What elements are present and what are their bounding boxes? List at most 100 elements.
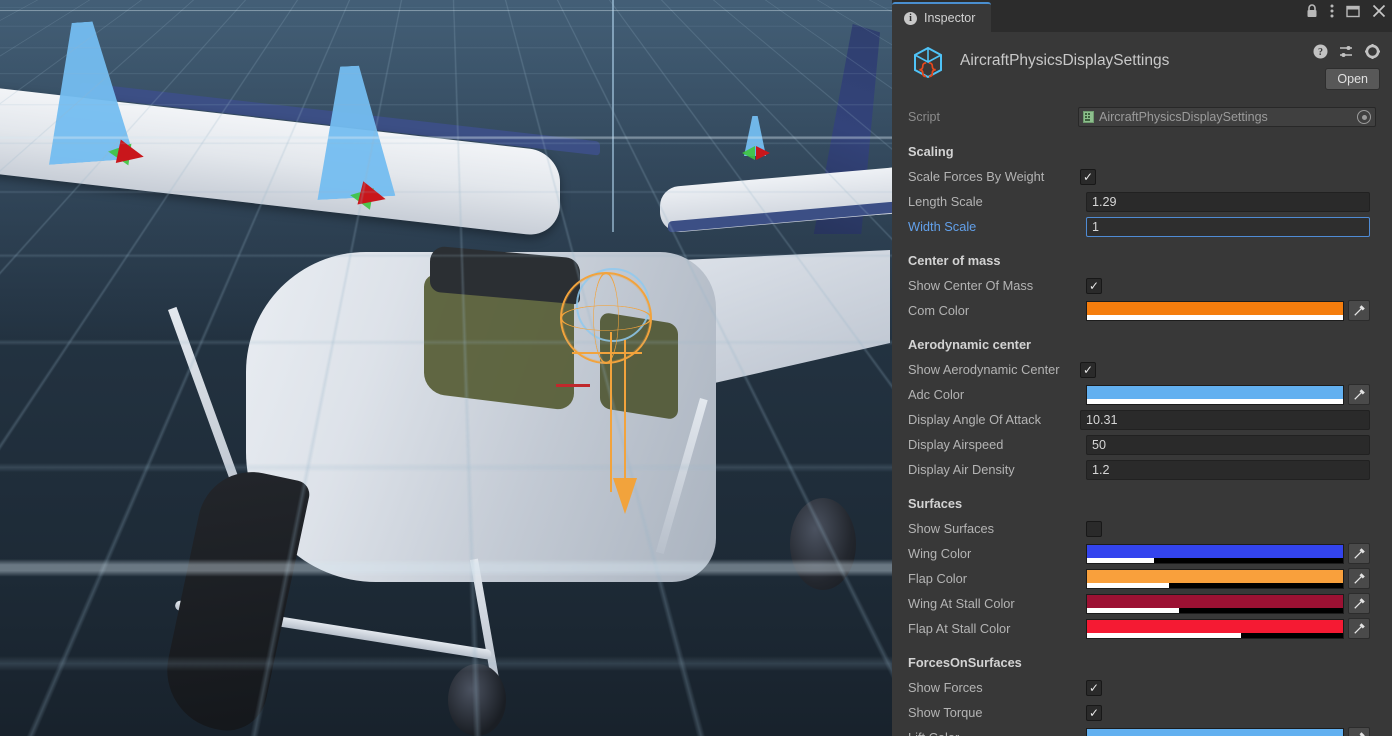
tab-inspector[interactable]: i Inspector — [892, 2, 991, 32]
color-row-lift-color — [1086, 727, 1382, 736]
field-label-display-angle-of-attack: Display Angle Of Attack — [908, 412, 1080, 427]
field-label-length-scale: Length Scale — [908, 194, 1086, 209]
checkbox-scale-forces-by-weight[interactable]: ✓ — [1080, 169, 1096, 185]
field-label-com-color: Com Color — [908, 303, 1086, 318]
header-icon-group: ? — [1313, 44, 1380, 62]
field-row-flap-color: Flap Color — [892, 566, 1392, 591]
kebab-menu-icon[interactable] — [1330, 4, 1334, 18]
com-gizmo-ring-y — [593, 272, 618, 364]
checkbox-show-center-of-mass[interactable]: ✓ — [1086, 278, 1102, 294]
field-label-show-aerodynamic-center: Show Aerodynamic Center — [908, 362, 1080, 377]
scene-viewport[interactable] — [0, 0, 892, 736]
field-label-wing-color: Wing Color — [908, 546, 1086, 561]
lift-arrowhead-green-tail — [742, 146, 755, 160]
section-title-scaling: Scaling — [892, 138, 1392, 164]
input-display-air-density[interactable]: 1.2 — [1086, 460, 1370, 480]
field-label-display-air-density: Display Air Density — [908, 462, 1086, 477]
lift-force-arrow-2 — [314, 66, 404, 198]
gizmo-vertical-axis-line — [612, 0, 614, 232]
color-swatch-flap-at-stall-color[interactable] — [1086, 619, 1344, 639]
section-title-surfaces: Surfaces — [892, 490, 1392, 516]
color-swatch-wing-color[interactable] — [1086, 544, 1344, 564]
field-label-width-scale: Width Scale — [908, 219, 1086, 234]
object-picker-icon[interactable] — [1357, 110, 1371, 124]
lift-arrowhead-red-tail — [756, 146, 770, 160]
input-length-scale[interactable]: 1.29 — [1086, 192, 1370, 212]
field-label-show-torque: Show Torque — [908, 705, 1086, 720]
color-row-flap-color — [1086, 568, 1382, 589]
gravity-arrowhead — [613, 478, 637, 514]
gravity-force-arrow — [624, 340, 626, 490]
checkbox-show-aerodynamic-center[interactable]: ✓ — [1080, 362, 1096, 378]
field-row-show-surfaces: Show Surfaces — [892, 516, 1392, 541]
field-label-show-surfaces: Show Surfaces — [908, 521, 1086, 536]
object-header: AircraftPhysicsDisplaySettings ? Open — [892, 32, 1392, 100]
window-controls — [1306, 4, 1386, 18]
script-value: AircraftPhysicsDisplaySettings — [1099, 110, 1352, 124]
checkbox-show-surfaces[interactable] — [1086, 521, 1102, 537]
script-object-field[interactable]: AircraftPhysicsDisplaySettings — [1078, 107, 1376, 127]
eyedropper-icon-flap-at-stall-color[interactable] — [1348, 618, 1370, 639]
field-row-width-scale: Width Scale 1 — [892, 214, 1392, 239]
maximize-icon[interactable] — [1346, 5, 1360, 18]
eyedropper-icon-wing-color[interactable] — [1348, 543, 1370, 564]
lift-arrowhead-red-1 — [116, 140, 146, 169]
field-row-show-torque: Show Torque ✓ — [892, 700, 1392, 725]
section-title-aerodynamic-center: Aerodynamic center — [892, 331, 1392, 357]
field-row-length-scale: Length Scale 1.29 — [892, 189, 1392, 214]
lock-icon[interactable] — [1306, 4, 1318, 18]
field-label-adc-color: Adc Color — [908, 387, 1086, 402]
field-row-wing-color: Wing Color — [892, 541, 1392, 566]
scriptable-object-cube-icon — [908, 44, 948, 84]
preset-sliders-icon[interactable] — [1339, 44, 1354, 62]
color-row-adc-color — [1086, 384, 1382, 405]
com-axis-horizontal — [572, 352, 642, 354]
input-display-airspeed[interactable]: 50 — [1086, 435, 1370, 455]
color-swatch-adc-color[interactable] — [1086, 385, 1344, 405]
field-label-show-center-of-mass: Show Center Of Mass — [908, 278, 1086, 293]
field-label-show-forces: Show Forces — [908, 680, 1086, 695]
color-row-com-color — [1086, 300, 1382, 321]
open-button[interactable]: Open — [1325, 68, 1380, 90]
front-wheel — [448, 664, 506, 736]
section-title-forcesonsurfaces: ForcesOnSurfaces — [892, 649, 1392, 675]
checkbox-show-torque[interactable]: ✓ — [1086, 705, 1102, 721]
field-row-com-color: Com Color — [892, 298, 1392, 323]
field-label-wing-at-stall-color: Wing At Stall Color — [908, 596, 1086, 611]
checkbox-show-forces[interactable]: ✓ — [1086, 680, 1102, 696]
svg-text:?: ? — [1318, 47, 1323, 58]
section-title-center-of-mass: Center of mass — [892, 247, 1392, 273]
field-label-display-airspeed: Display Airspeed — [908, 437, 1086, 452]
script-row: Script AircraftPhysicsDisplaySettings — [892, 106, 1392, 128]
color-swatch-lift-color[interactable] — [1086, 728, 1344, 736]
field-row-show-aerodynamic-center: Show Aerodynamic Center ✓ — [892, 357, 1392, 382]
color-row-flap-at-stall-color — [1086, 618, 1382, 639]
input-display-angle-of-attack[interactable]: 10.31 — [1080, 410, 1370, 430]
color-row-wing-at-stall-color — [1086, 593, 1382, 614]
field-label-flap-at-stall-color: Flap At Stall Color — [908, 621, 1086, 636]
field-row-lift-color: Lift Color — [892, 725, 1392, 736]
field-row-display-air-density: Display Air Density 1.2 — [892, 457, 1392, 482]
field-row-adc-color: Adc Color — [892, 382, 1392, 407]
eyedropper-icon-adc-color[interactable] — [1348, 384, 1370, 405]
field-label-lift-color: Lift Color — [908, 730, 1086, 736]
color-row-wing-color — [1086, 543, 1382, 564]
eyedropper-icon-lift-color[interactable] — [1348, 727, 1370, 736]
field-row-scale-forces-by-weight: Scale Forces By Weight ✓ — [892, 164, 1392, 189]
gear-icon[interactable] — [1365, 44, 1380, 62]
help-icon[interactable]: ? — [1313, 44, 1328, 62]
page-title: AircraftPhysicsDisplaySettings — [960, 42, 1169, 70]
eyedropper-icon-wing-at-stall-color[interactable] — [1348, 593, 1370, 614]
eyedropper-icon-com-color[interactable] — [1348, 300, 1370, 321]
section-gap — [892, 239, 1392, 247]
color-swatch-flap-color[interactable] — [1086, 569, 1344, 589]
eyedropper-icon-flap-color[interactable] — [1348, 568, 1370, 589]
field-row-display-airspeed: Display Airspeed 50 — [892, 432, 1392, 457]
section-gap — [892, 482, 1392, 490]
input-width-scale[interactable]: 1 — [1086, 217, 1370, 237]
field-label-flap-color: Flap Color — [908, 571, 1086, 586]
color-swatch-com-color[interactable] — [1086, 301, 1344, 321]
color-swatch-wing-at-stall-color[interactable] — [1086, 594, 1344, 614]
field-row-flap-at-stall-color: Flap At Stall Color — [892, 616, 1392, 641]
close-icon[interactable] — [1372, 4, 1386, 18]
